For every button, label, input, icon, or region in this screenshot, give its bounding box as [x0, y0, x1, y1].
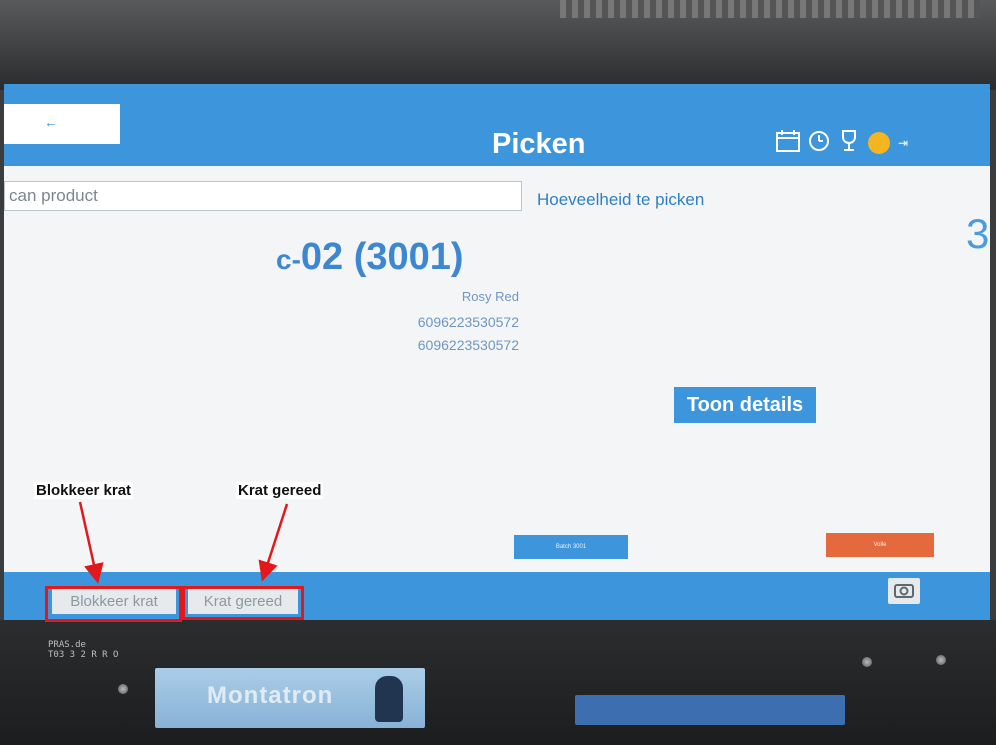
page-title: Picken [492, 128, 586, 160]
clock-icon[interactable] [808, 130, 830, 157]
camera-icon[interactable] [888, 578, 920, 604]
scan-product-input[interactable] [4, 181, 522, 211]
location-prefix: c- [276, 244, 301, 275]
monitor-label: PRAS.de T03 3 2 R R O [48, 640, 118, 660]
back-arrow-icon: ← [44, 114, 58, 130]
avatar[interactable] [868, 132, 890, 154]
header-icon-group: ⇥ [776, 128, 908, 158]
calendar-icon[interactable] [776, 129, 800, 157]
trophy-icon[interactable] [838, 129, 860, 158]
app-screen: ← Picken ⇥ Hoeveelheid te picken 3 c-02 … [4, 84, 990, 626]
app-header: ← Picken ⇥ [4, 84, 990, 166]
back-button[interactable]: ← [4, 104, 120, 144]
location-number: 02 (3001) [300, 236, 464, 278]
show-details-button[interactable]: Toon details [674, 387, 816, 423]
screw [118, 684, 128, 694]
screw [862, 657, 872, 667]
location-code: c-02 (3001) [276, 236, 464, 279]
product-name: Rosy Red [461, 289, 519, 304]
monitor-vent [560, 0, 980, 18]
quantity-label: Hoeveelheid te picken [537, 190, 705, 209]
mounted-device [575, 695, 845, 725]
product-barcode: 6096223530572 [417, 314, 519, 330]
brand-figure [375, 676, 403, 722]
monitor-bezel-bottom [0, 620, 996, 745]
annotation-box-block [45, 586, 182, 622]
logout-icon[interactable]: ⇥ [898, 136, 908, 150]
monitor-bezel-top [0, 0, 996, 90]
annotation-label-done: Krat gereed [236, 482, 324, 499]
monitor-label-line: PRAS.de [48, 640, 86, 650]
annotation-box-done [182, 586, 304, 620]
product-barcode: 6096223530572 [417, 337, 519, 353]
full-button[interactable]: Volle [826, 533, 934, 557]
quantity-value: 3 [966, 210, 990, 257]
batch-button[interactable]: Batch 3001 [514, 535, 628, 559]
monitor-label-line: T03 3 2 R R O [48, 650, 119, 660]
brand-name: Montatron [207, 682, 334, 709]
annotation-label-block: Blokkeer krat [34, 482, 134, 499]
screw [936, 655, 946, 665]
